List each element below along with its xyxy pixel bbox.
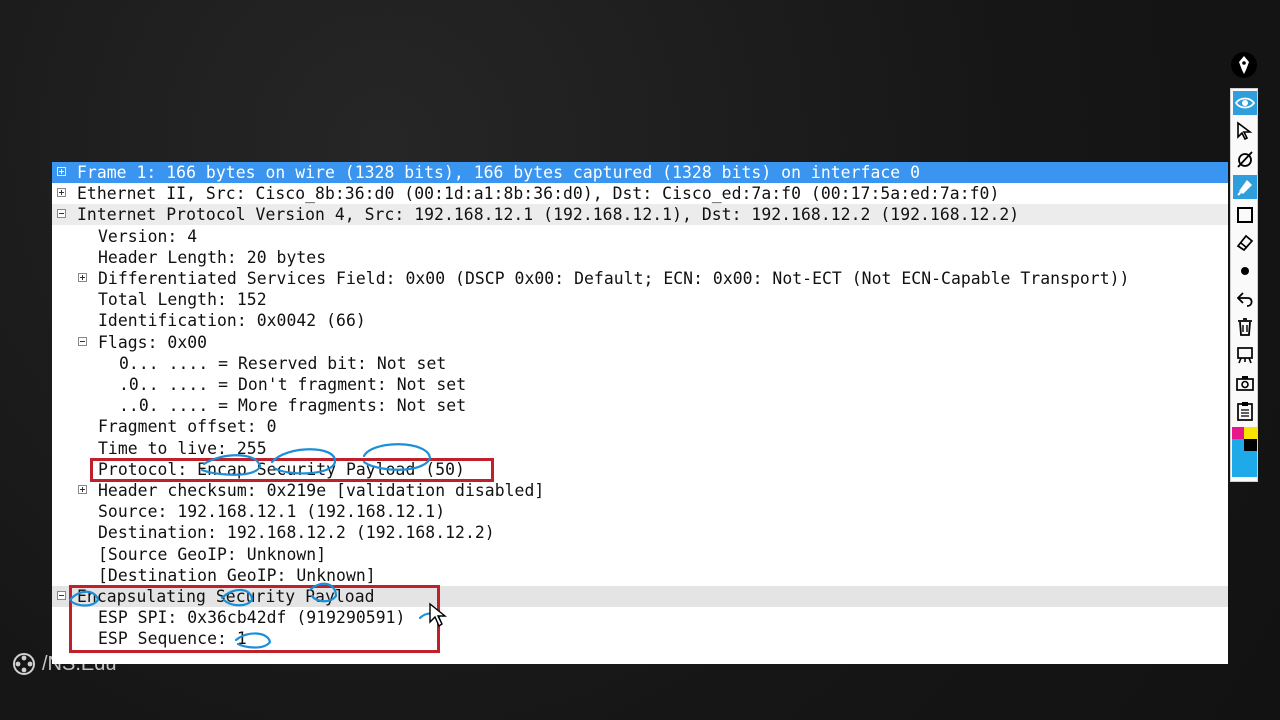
collapse-minus-icon[interactable] [57,209,66,219]
tree-row-text: Differentiated Services Field: 0x00 (DSC… [98,269,1130,288]
tree-row-text: Frame 1: 166 bytes on wire (1328 bits), … [77,163,921,182]
tree-row-text: Time to live: 255 [98,438,267,458]
undo-icon[interactable] [1233,287,1257,311]
eraser-off-icon[interactable] [1233,147,1257,171]
tree-row-text: Fragment offset: 0 [98,417,277,437]
tree-row-text: Total Length: 152 [98,290,267,310]
expand-plus-icon[interactable] [78,273,87,282]
tree-row-text: Header checksum: 0x219e [validation disa… [98,481,545,500]
whiteboard-icon[interactable] [1233,343,1257,367]
tree-row-text: Version: 4 [98,226,198,246]
cursor-arrow-icon[interactable] [1233,119,1257,143]
camera-icon[interactable] [1233,371,1257,395]
tree-row-text: Ethernet II, Src: Cisco_8b:36:d0 (00:1d:… [77,184,1000,204]
eye-icon[interactable] [1233,91,1257,115]
color-palette-icon[interactable] [1232,427,1257,477]
film-reel-icon [13,653,35,675]
rectangle-icon[interactable] [1233,203,1257,227]
tree-row-text: Header Length: 20 bytes [98,247,327,267]
packet-details-pane[interactable]: Frame 1: 166 bytes on wire (1328 bits), … [52,162,1228,664]
tree-row-text: Flags: 0x00 [98,332,208,352]
highlighter-icon[interactable] [1233,175,1257,199]
eraser-icon[interactable] [1233,231,1257,255]
expand-plus-icon[interactable] [57,188,66,198]
tree-row-text: 0... .... = Reserved bit: Not set [119,353,447,373]
expand-plus-icon[interactable] [78,485,87,494]
pen-icon[interactable] [1231,52,1257,78]
tree-row-text: Identification: 0x0042 (66) [98,311,366,331]
annotation-toolbar [1230,88,1258,482]
expand-plus-icon[interactable] [57,167,66,176]
dot-icon[interactable] [1233,259,1257,283]
clipboard-icon[interactable] [1233,399,1257,423]
trash-icon[interactable] [1233,315,1257,339]
tree-row-text: [Source GeoIP: Unknown] [98,544,327,564]
tree-row-text: ..0. .... = More fragments: Not set [119,396,467,416]
tree-row[interactable]: Internet Protocol Version 4, Src: 192.16… [52,204,1228,226]
watermark: /NS.Edu [12,652,116,676]
watermark-text: /NS.Edu [42,652,117,675]
protocol-highlight-box [90,458,494,482]
tree-row[interactable]: Frame 1: 166 bytes on wire (1328 bits), … [52,162,1228,183]
esp-highlight-box [69,585,440,653]
tree-row-text: Source: 192.168.12.1 (192.168.12.1) [98,502,446,522]
tree-row-text: Internet Protocol Version 4, Src: 192.16… [77,205,1020,225]
tree-row-text: .0.. .... = Don't fragment: Not set [119,375,467,394]
collapse-minus-icon[interactable] [57,591,66,600]
tree-row-text: Destination: 192.168.12.2 (192.168.12.2) [98,523,495,543]
tree-row-text: [Destination GeoIP: Unknown] [98,565,376,585]
collapse-minus-icon[interactable] [78,336,87,346]
